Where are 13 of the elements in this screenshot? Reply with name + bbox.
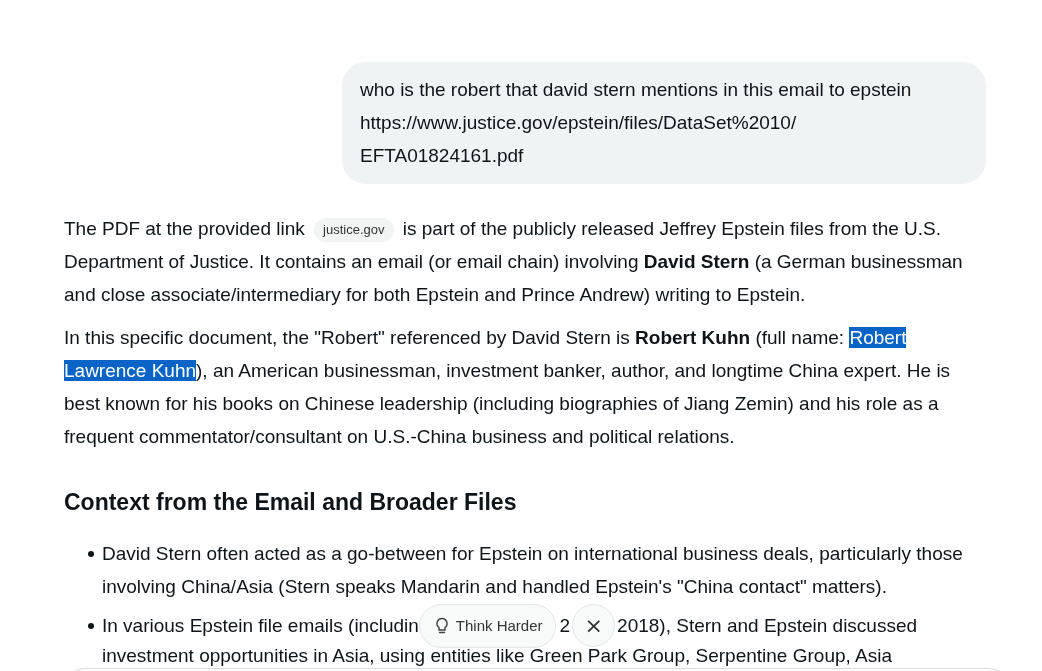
bullet-text: David Stern often acted as a go-between for Epstein on international business deals, particularly those involving China/Asia (Stern speaks Mandarin and handled Epstein's "China contact" matters). [102,542,964,599]
bullet-icon [88,551,94,557]
think-harder-button[interactable]: Think Harder [418,603,556,648]
bullet-text: 2018), Stern and Epstein discussed [617,614,918,638]
answer-paragraph: The PDF at the provided link justice.gov is part of the publicly released Jeffrey Epstein files from the U.S. Department of Justice. It contains an email (or email chain) involving David Stern (a German businessman and close associate/intermediary for both Epstein and Prince Andrew) writing to Epstein. [64,217,964,307]
section-heading: Context from the Email and Broader Files [64,488,518,517]
lightbulb-icon [433,616,450,635]
close-button[interactable]: × [572,604,616,647]
bullet-text: In various Epstein file emails (includin [102,614,419,638]
user-message: who is the robert that david stern mentions in this email to epstein https://www.justice.gov/epstein/files/DataSet%2010/ EFTA01824161.pdf [342,62,986,184]
bullet-text: 2 [559,614,571,638]
source-link[interactable]: justice.gov [314,218,394,242]
bullet-icon [88,623,94,629]
